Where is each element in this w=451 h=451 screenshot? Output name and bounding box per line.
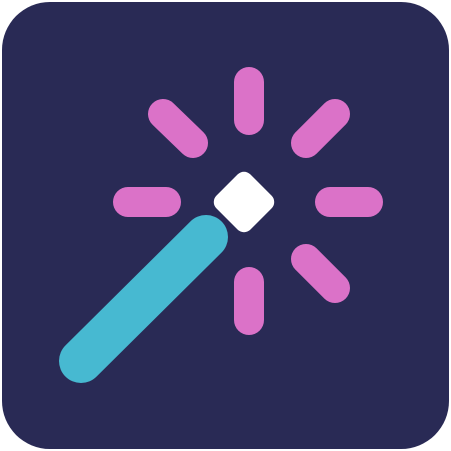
sparkle-ray-bottom-right bbox=[291, 244, 350, 303]
icon-tile bbox=[2, 2, 449, 449]
sparkle-ray-top-right bbox=[291, 99, 350, 158]
app-icon bbox=[0, 0, 451, 451]
sparkle-ray-top-left bbox=[148, 99, 208, 158]
magic-wand-icon bbox=[2, 2, 449, 449]
